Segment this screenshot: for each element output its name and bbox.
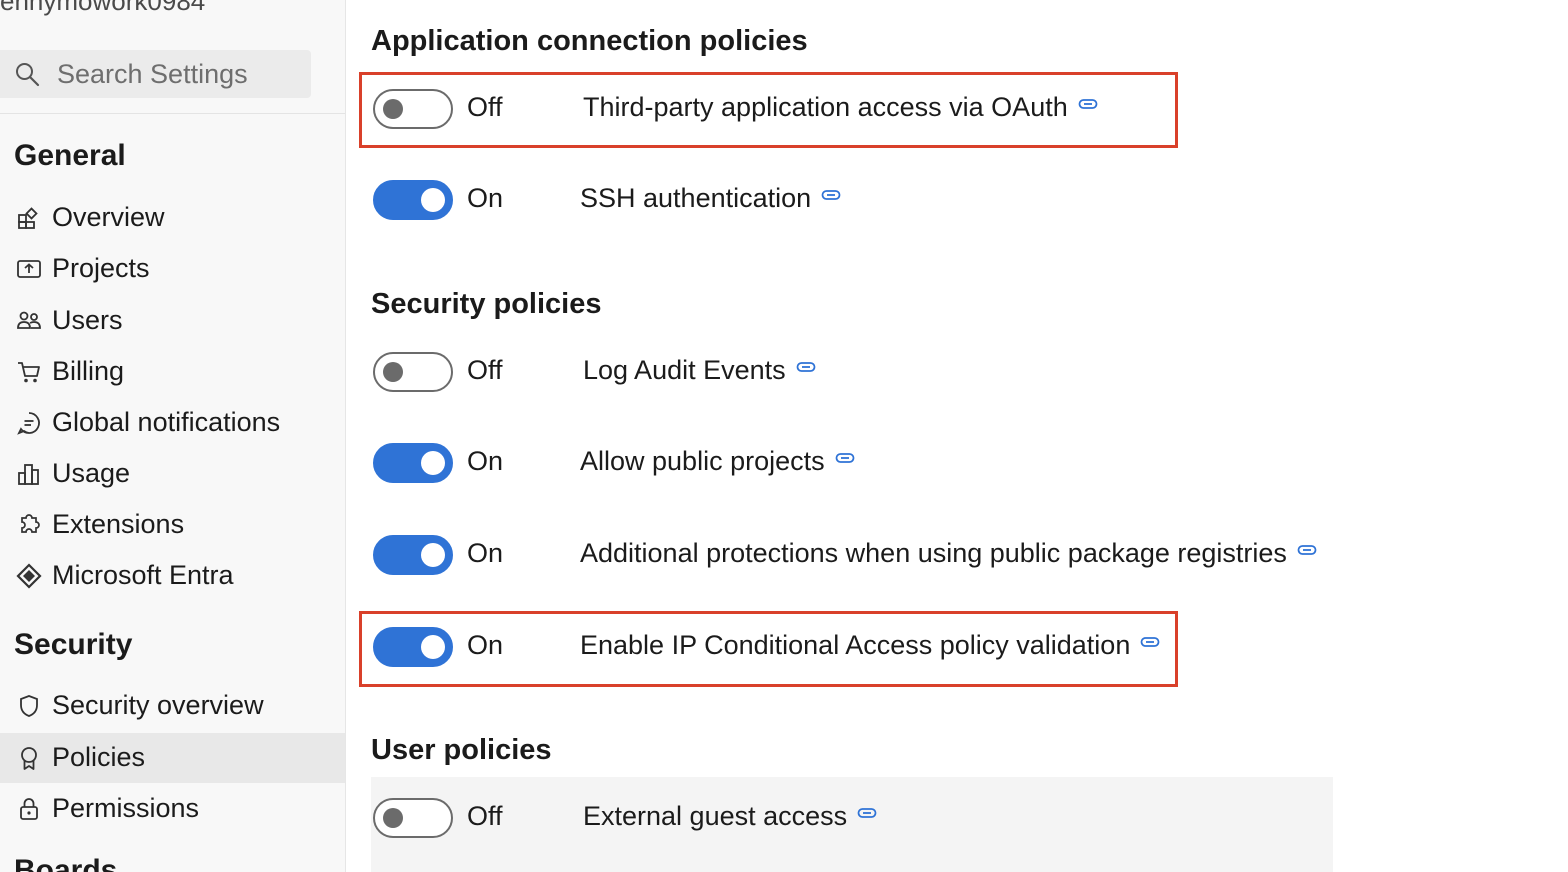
link-icon[interactable] bbox=[857, 806, 877, 820]
sidebar-item-label: Global notifications bbox=[52, 407, 281, 437]
group-title-general: General bbox=[14, 139, 126, 172]
policy-row-package-registries: On Additional protections when using pub… bbox=[371, 525, 1471, 585]
policy-row-public-projects: On Allow public projects bbox=[371, 433, 1471, 493]
toggle-state: Off bbox=[467, 801, 503, 831]
users-icon bbox=[17, 311, 41, 329]
sidebar-item-label: Overview bbox=[52, 202, 165, 232]
section-title-application-connection: Application connection policies bbox=[371, 25, 808, 57]
sidebar-item-label: Usage bbox=[52, 458, 131, 488]
sidebar-item-label: Projects bbox=[52, 253, 150, 283]
link-icon[interactable] bbox=[821, 188, 841, 202]
highlight-box bbox=[359, 72, 1178, 148]
toggle-state: On bbox=[467, 446, 504, 476]
sidebar-item-users[interactable]: Users bbox=[0, 296, 345, 346]
toggle-state: On bbox=[467, 183, 504, 213]
sidebar-item-label: Policies bbox=[52, 742, 146, 772]
badge-icon bbox=[21, 747, 37, 770]
sidebar-item-security-overview[interactable]: Security overview bbox=[0, 681, 345, 731]
sidebar-item-label: Security overview bbox=[52, 690, 264, 720]
toggle-external-guest[interactable] bbox=[373, 798, 453, 838]
puzzle-icon bbox=[21, 514, 40, 533]
sidebar-item-global-notifications[interactable]: Global notifications bbox=[0, 398, 345, 448]
group-title-security: Security bbox=[14, 628, 133, 661]
toggle-ssh[interactable] bbox=[373, 180, 453, 220]
sidebar-item-label: Microsoft Entra bbox=[52, 560, 234, 590]
projects-icon bbox=[17, 260, 41, 278]
policy-row-ssh: On SSH authentication bbox=[371, 170, 1471, 230]
toggle-state: On bbox=[467, 538, 504, 568]
policy-row-log-audit: Off Log Audit Events bbox=[371, 342, 1471, 402]
group-title-boards: Boards bbox=[14, 854, 118, 872]
sidebar-item-microsoft-entra[interactable]: Microsoft Entra bbox=[0, 551, 345, 601]
overview-icon bbox=[18, 207, 38, 229]
entra-icon bbox=[16, 563, 42, 589]
sidebar-divider bbox=[0, 113, 345, 114]
policies-content: Application connection policies Off Thir… bbox=[346, 0, 1568, 872]
policy-label: External guest access bbox=[583, 801, 877, 832]
toggle-public-projects[interactable] bbox=[373, 443, 453, 483]
sidebar-item-permissions[interactable]: Permissions bbox=[0, 784, 345, 834]
sidebar-item-extensions[interactable]: Extensions bbox=[0, 500, 345, 550]
policy-row-external-guest: Off External guest access bbox=[371, 788, 1471, 848]
search-settings-input[interactable]: Search Settings bbox=[0, 50, 311, 98]
policy-label: Additional protections when using public… bbox=[580, 538, 1317, 569]
lock-icon bbox=[20, 798, 38, 820]
sidebar-item-billing[interactable]: Billing bbox=[0, 347, 345, 397]
policy-label: Log Audit Events bbox=[583, 355, 816, 386]
section-title-security-policies: Security policies bbox=[371, 288, 602, 320]
toggle-state: Off bbox=[467, 355, 503, 385]
sidebar: ennymowork0984 Search Settings General O… bbox=[0, 0, 346, 872]
shield-icon bbox=[20, 695, 38, 717]
link-icon[interactable] bbox=[835, 451, 855, 465]
search-icon bbox=[16, 63, 40, 87]
sidebar-item-projects[interactable]: Projects bbox=[0, 244, 345, 294]
policy-label: Allow public projects bbox=[580, 446, 855, 477]
sidebar-item-label: Users bbox=[52, 305, 123, 335]
link-icon[interactable] bbox=[1297, 543, 1317, 557]
policy-label: SSH authentication bbox=[580, 183, 841, 214]
section-title-user-policies: User policies bbox=[371, 734, 552, 766]
toggle-log-audit[interactable] bbox=[373, 352, 453, 392]
search-placeholder: Search Settings bbox=[57, 59, 248, 89]
organization-name[interactable]: ennymowork0984 bbox=[0, 0, 205, 17]
usage-chart-icon bbox=[18, 464, 39, 485]
highlight-box bbox=[359, 611, 1178, 687]
chat-icon bbox=[17, 412, 40, 435]
sidebar-item-policies[interactable]: Policies bbox=[0, 733, 345, 783]
sidebar-item-label: Permissions bbox=[52, 793, 200, 823]
sidebar-item-label: Extensions bbox=[52, 509, 185, 539]
link-icon[interactable] bbox=[796, 360, 816, 374]
sidebar-item-overview[interactable]: Overview bbox=[0, 193, 345, 243]
toggle-package-registries[interactable] bbox=[373, 535, 453, 575]
cart-icon bbox=[18, 362, 40, 383]
sidebar-item-usage[interactable]: Usage bbox=[0, 449, 345, 499]
sidebar-item-label: Billing bbox=[52, 356, 125, 386]
